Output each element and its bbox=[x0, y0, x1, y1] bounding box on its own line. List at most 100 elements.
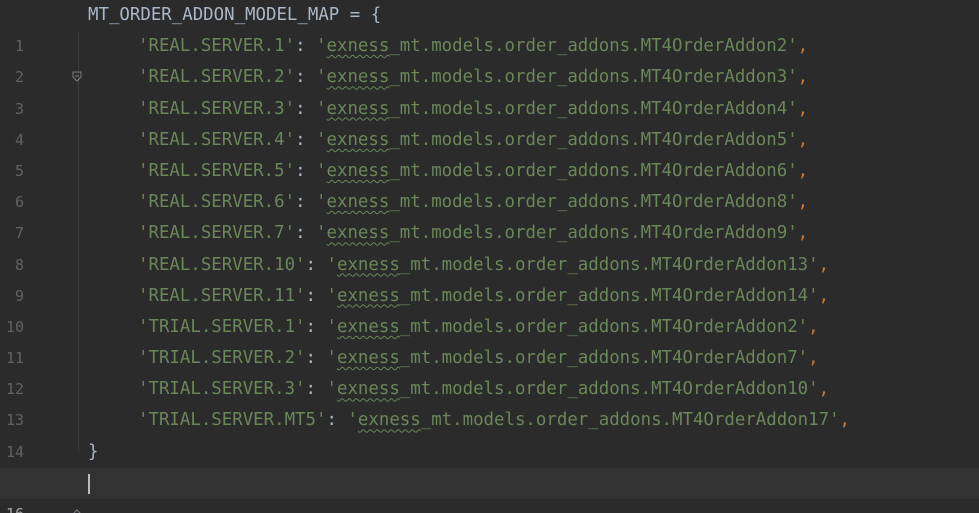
dict-key: 'REAL.SERVER.4' bbox=[138, 129, 296, 150]
code-lines: 1 MT_ORDER_ADDON_MODEL_MAP = { 2 'REAL.S… bbox=[0, 0, 979, 513]
dict-value: _mt.models.order_addons.MT4OrderAddon7' bbox=[399, 348, 809, 369]
typo-word: exness bbox=[326, 67, 390, 88]
code-line[interactable]: 8 'REAL.SERVER.7': 'exness_mt.models.ord… bbox=[0, 218, 979, 273]
code-line[interactable]: 5 'REAL.SERVER.4': 'exness_mt.models.ord… bbox=[0, 125, 979, 180]
code-text[interactable]: 'REAL.SERVER.1': 'exness_mt.models.order… bbox=[88, 31, 808, 62]
dict-key: 'REAL.SERVER.2' bbox=[138, 67, 296, 88]
code-line[interactable]: 12 'TRIAL.SERVER.2': 'exness_mt.models.o… bbox=[0, 343, 979, 398]
dict-key: 'TRIAL.SERVER.MT5' bbox=[138, 410, 327, 431]
code-text[interactable]: 'REAL.SERVER.7': 'exness_mt.models.order… bbox=[88, 218, 808, 249]
dict-key: 'TRIAL.SERVER.1' bbox=[138, 316, 306, 337]
comma: , bbox=[797, 36, 809, 57]
dict-value: _mt.models.order_addons.MT4OrderAddon3' bbox=[389, 67, 798, 88]
comma: , bbox=[797, 67, 809, 88]
line-number[interactable]: 16 bbox=[0, 499, 24, 513]
dict-value: _mt.models.order_addons.MT4OrderAddon14' bbox=[399, 285, 819, 306]
dict-value: _mt.models.order_addons.MT4OrderAddon8' bbox=[389, 192, 798, 213]
code-text[interactable]: 'TRIAL.SERVER.2': 'exness_mt.models.orde… bbox=[88, 343, 819, 374]
dict-value: _mt.models.order_addons.MT4OrderAddon4' bbox=[389, 98, 798, 119]
code-text[interactable]: 'REAL.SERVER.4': 'exness_mt.models.order… bbox=[88, 125, 808, 156]
code-text[interactable]: MT_ORDER_ADDON_MODEL_MAP = { bbox=[88, 0, 381, 31]
code-text[interactable]: } bbox=[88, 437, 98, 468]
code-line[interactable]: 11 'TRIAL.SERVER.1': 'exness_mt.models.o… bbox=[0, 312, 979, 367]
code-text[interactable]: 'TRIAL.SERVER.1': 'exness_mt.models.orde… bbox=[88, 312, 819, 343]
colon: : bbox=[295, 160, 317, 181]
typo-word: exness bbox=[336, 254, 400, 275]
typo-word: exness bbox=[326, 192, 390, 213]
code-line[interactable]: 14 'TRIAL.SERVER.MT5': 'exness_mt.models… bbox=[0, 405, 979, 460]
code-line[interactable]: 15 } bbox=[0, 437, 979, 513]
quote: ' bbox=[316, 223, 327, 244]
dict-key: 'TRIAL.SERVER.2' bbox=[138, 348, 306, 369]
comma: , bbox=[797, 98, 809, 119]
colon: : bbox=[305, 379, 327, 400]
code-line[interactable]: 10 'REAL.SERVER.11': 'exness_mt.models.o… bbox=[0, 281, 979, 336]
dict-key: 'REAL.SERVER.3' bbox=[138, 98, 296, 119]
dict-key: 'TRIAL.SERVER.3' bbox=[138, 379, 306, 400]
text-caret bbox=[88, 473, 90, 494]
dict-key: 'REAL.SERVER.11' bbox=[138, 285, 306, 306]
typo-word: exness bbox=[326, 36, 390, 57]
code-text[interactable]: 'TRIAL.SERVER.3': 'exness_mt.models.orde… bbox=[88, 374, 829, 405]
typo-word: exness bbox=[326, 223, 390, 244]
code-line[interactable]: 1 MT_ORDER_ADDON_MODEL_MAP = { bbox=[0, 0, 979, 83]
dict-key: 'REAL.SERVER.10' bbox=[138, 254, 306, 275]
code-line[interactable]: 4 'REAL.SERVER.3': 'exness_mt.models.ord… bbox=[0, 94, 979, 149]
code-text[interactable]: 'REAL.SERVER.2': 'exness_mt.models.order… bbox=[88, 62, 808, 93]
typo-word: exness bbox=[326, 98, 390, 119]
comma: , bbox=[818, 379, 830, 400]
fold-end-icon[interactable] bbox=[72, 446, 82, 513]
code-text[interactable]: 'TRIAL.SERVER.MT5': 'exness_mt.models.or… bbox=[88, 405, 850, 436]
quote: ' bbox=[316, 192, 327, 213]
comma: , bbox=[839, 410, 851, 431]
current-code-line[interactable]: 16 bbox=[0, 467, 979, 513]
dict-value: _mt.models.order_addons.MT4OrderAddon17' bbox=[420, 410, 840, 431]
typo-word: exness bbox=[326, 160, 390, 181]
colon: : bbox=[305, 316, 327, 337]
code-text[interactable]: 'REAL.SERVER.5': 'exness_mt.models.order… bbox=[88, 156, 808, 187]
code-text[interactable]: 'REAL.SERVER.3': 'exness_mt.models.order… bbox=[88, 94, 808, 125]
closing-brace: } bbox=[88, 441, 99, 462]
dict-value: _mt.models.order_addons.MT4OrderAddon13' bbox=[399, 254, 819, 275]
colon: : bbox=[295, 67, 317, 88]
typo-word: exness bbox=[336, 316, 400, 337]
code-text[interactable]: 'REAL.SERVER.6': 'exness_mt.models.order… bbox=[88, 187, 808, 218]
typo-word: exness bbox=[336, 379, 400, 400]
code-line[interactable]: 13 'TRIAL.SERVER.3': 'exness_mt.models.o… bbox=[0, 374, 979, 429]
code-text[interactable]: 'REAL.SERVER.10': 'exness_mt.models.orde… bbox=[88, 250, 829, 281]
comma: , bbox=[808, 348, 819, 369]
code-line[interactable]: 2 'REAL.SERVER.1': 'exness_mt.models.ord… bbox=[0, 31, 979, 86]
comma: , bbox=[797, 192, 809, 213]
code-text[interactable]: 'REAL.SERVER.11': 'exness_mt.models.orde… bbox=[88, 281, 829, 312]
quote: ' bbox=[316, 36, 327, 57]
colon: : bbox=[305, 254, 327, 275]
code-line[interactable]: 9 'REAL.SERVER.10': 'exness_mt.models.or… bbox=[0, 250, 979, 305]
dict-value: _mt.models.order_addons.MT4OrderAddon2' bbox=[399, 316, 809, 337]
dict-key: 'REAL.SERVER.7' bbox=[138, 223, 296, 244]
dict-key: 'REAL.SERVER.6' bbox=[138, 192, 296, 213]
quote: ' bbox=[326, 254, 337, 275]
colon: : bbox=[326, 410, 348, 431]
comma: , bbox=[818, 285, 830, 306]
colon: : bbox=[295, 129, 317, 150]
code-editor[interactable]: 1 MT_ORDER_ADDON_MODEL_MAP = { 2 'REAL.S… bbox=[0, 0, 979, 513]
colon: : bbox=[305, 285, 327, 306]
dict-value: _mt.models.order_addons.MT4OrderAddon2' bbox=[389, 36, 798, 57]
quote: ' bbox=[326, 348, 337, 369]
quote: ' bbox=[316, 67, 327, 88]
code-line[interactable]: 3 'REAL.SERVER.2': 'exness_mt.models.ord… bbox=[0, 62, 979, 117]
dict-value: _mt.models.order_addons.MT4OrderAddon6' bbox=[389, 160, 798, 181]
fold-collapse-icon[interactable] bbox=[72, 9, 82, 83]
comma: , bbox=[797, 129, 809, 150]
variable-name: MT_ORDER_ADDON_MODEL_MAP bbox=[88, 5, 340, 25]
dict-value: _mt.models.order_addons.MT4OrderAddon10' bbox=[399, 379, 819, 400]
quote: ' bbox=[316, 129, 327, 150]
quote: ' bbox=[326, 379, 337, 400]
assign-operator: = { bbox=[339, 5, 382, 25]
code-line[interactable]: 6 'REAL.SERVER.5': 'exness_mt.models.ord… bbox=[0, 156, 979, 211]
code-line[interactable]: 7 'REAL.SERVER.6': 'exness_mt.models.ord… bbox=[0, 187, 979, 242]
colon: : bbox=[295, 36, 317, 57]
comma: , bbox=[797, 223, 809, 244]
dict-key: 'REAL.SERVER.1' bbox=[138, 36, 296, 57]
comma: , bbox=[797, 160, 809, 181]
